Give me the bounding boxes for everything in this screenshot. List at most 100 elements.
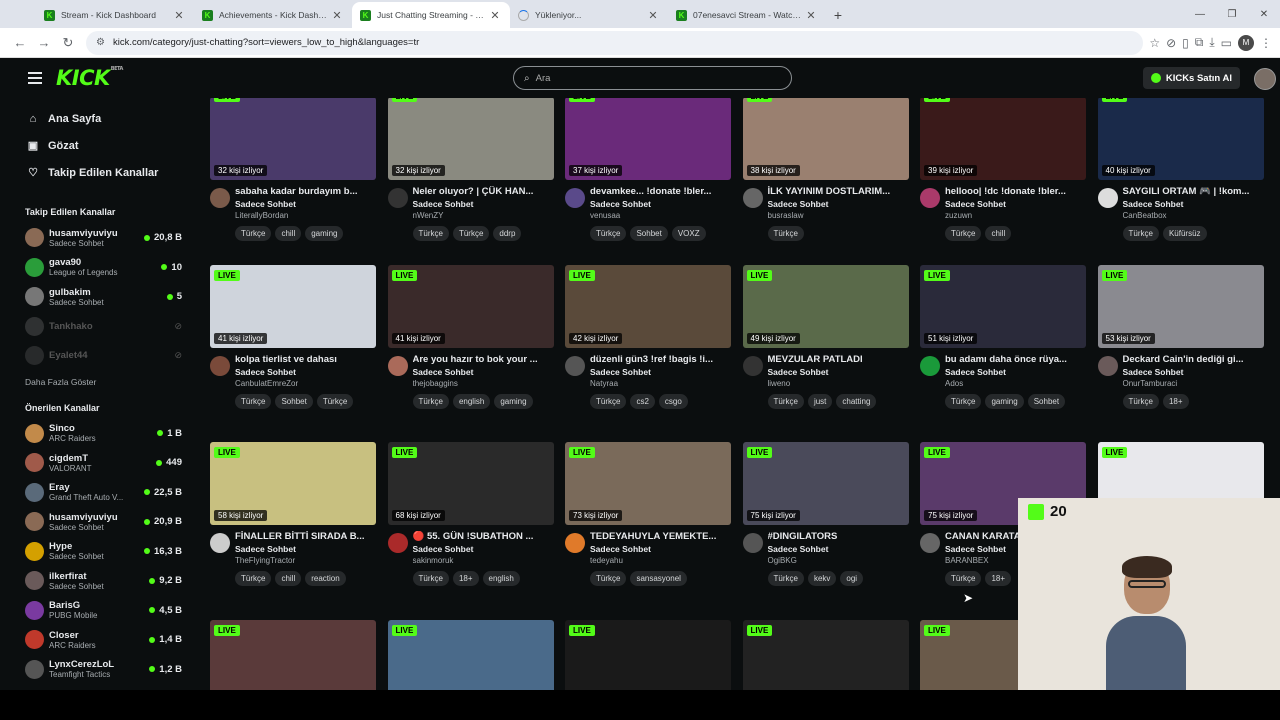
sidebar-channel[interactable]: LynxCerezLoL Teamfight Tactics 1,2 B	[12, 655, 192, 685]
reader-icon[interactable]: ▯	[1182, 36, 1189, 50]
stream-card[interactable]: LIVE 51 kişi izliyor bu adamı daha önce rü…	[920, 265, 1086, 409]
streamer-name[interactable]: Natyraa	[590, 379, 731, 388]
stream-title[interactable]: kolpa tierlist ve dahası	[235, 354, 376, 365]
stream-tag[interactable]: Türkçe	[235, 394, 272, 409]
close-tab-icon[interactable]: ✕	[488, 9, 502, 22]
stream-tag[interactable]: english	[482, 571, 520, 586]
streamer-avatar[interactable]	[1097, 356, 1118, 376]
stream-category[interactable]: Sadece Sohbet	[945, 367, 1086, 377]
stream-tag[interactable]: Türkçe	[945, 394, 982, 409]
sidebar-channel[interactable]: gava90 League of Legends 10	[12, 253, 192, 283]
stream-tag[interactable]: chill	[275, 226, 302, 241]
close-tab-icon[interactable]: ✕	[172, 9, 186, 22]
stream-tag[interactable]: chatting	[836, 394, 877, 409]
streamer-avatar[interactable]	[742, 188, 763, 208]
stream-category[interactable]: Sadece Sohbet	[590, 544, 731, 554]
stream-title[interactable]: TEDEYAHUYLA YEMEKTE...	[590, 531, 731, 542]
stream-tag[interactable]: sansasyonel	[630, 571, 687, 586]
stream-tag[interactable]: Türkçe	[590, 226, 627, 241]
stream-thumbnail[interactable]: LIVE 40 kişi izliyor	[1097, 98, 1264, 180]
stream-thumbnail[interactable]: LIVE 51 kişi izliyor	[920, 265, 1086, 348]
stream-tag[interactable]: chill	[985, 226, 1012, 241]
sidebar-channel[interactable]: gulbakim Sadece Sohbet 5	[12, 282, 192, 312]
stream-card[interactable]: LIVE 32 kişi izliyor sabaha kadar burdayım…	[210, 98, 376, 241]
stream-tag[interactable]: Türkçe	[945, 226, 982, 241]
stream-tag[interactable]: VOXZ	[671, 226, 706, 241]
streamer-name[interactable]: tedeyahu	[590, 556, 731, 565]
menu-dots-icon[interactable]: ⋮	[1260, 36, 1272, 50]
forward-icon[interactable]: →	[32, 35, 56, 50]
stream-title[interactable]: İLK YAYINIM DOSTLARIM...	[768, 186, 909, 197]
stream-thumbnail[interactable]: LIVE 41 kişi izliyor	[210, 265, 376, 348]
streamer-avatar[interactable]	[387, 188, 408, 208]
sidebar-channel[interactable]: Tankhako ⊘	[12, 312, 192, 342]
stream-category[interactable]: Sadece Sohbet	[235, 367, 376, 377]
stream-card[interactable]: LIVE 42 kişi izliyor düzenli gün3 !ref !ba…	[565, 265, 731, 409]
stream-category[interactable]: Sadece Sohbet	[590, 199, 731, 209]
stream-tag[interactable]: kekv	[807, 571, 837, 586]
streamer-name[interactable]: busraslaw	[768, 211, 909, 220]
stream-category[interactable]: Sadece Sohbet	[235, 544, 376, 554]
sidebar-channel[interactable]: husamviyuviyu Sadece Sohbet 20,8 B	[12, 223, 192, 253]
streamer-name[interactable]: OgiBKG	[768, 556, 909, 565]
streamer-avatar[interactable]	[1097, 188, 1118, 208]
stream-tag[interactable]: csgo	[658, 394, 688, 409]
stream-category[interactable]: Sadece Sohbet	[768, 544, 909, 554]
streamer-name[interactable]: zuzuwn	[945, 211, 1086, 220]
stream-tag[interactable]: gaming	[985, 394, 1024, 409]
stream-title[interactable]: hellooo| !dc !donate !bler...	[945, 186, 1086, 197]
browser-tab[interactable]: Yükleniyor... ✕	[510, 2, 668, 28]
streamer-avatar[interactable]	[565, 356, 585, 376]
buy-kicks-button[interactable]: KICKs Satın Al	[1142, 67, 1240, 89]
stream-title[interactable]: FİNALLER BİTTİ SIRADA B...	[235, 531, 376, 542]
close-tab-icon[interactable]: ✕	[804, 9, 818, 22]
stream-category[interactable]: Sadece Sohbet	[768, 367, 909, 377]
stream-tag[interactable]: Türkçe	[1122, 226, 1159, 241]
streamer-name[interactable]: liweno	[768, 379, 909, 388]
close-window-button[interactable]: ✕	[1248, 0, 1280, 28]
sidebar-channel[interactable]: Sinco ARC Raiders 1 B	[12, 419, 192, 449]
streamer-avatar[interactable]	[387, 533, 408, 553]
stream-title[interactable]: bu adamı daha önce rüya...	[945, 354, 1086, 365]
stream-tag[interactable]: just	[807, 394, 833, 409]
streamer-avatar[interactable]	[210, 533, 230, 553]
sidebar-channel[interactable]: husamviyuviyu Sadece Sohbet 20,9 B	[12, 507, 192, 537]
stream-tag[interactable]: Türkçe	[412, 226, 449, 241]
site-info-icon[interactable]: ⚙	[96, 37, 105, 48]
stream-thumbnail[interactable]: LIVE 53 kişi izliyor	[1097, 265, 1264, 348]
stream-card[interactable]: LIVE 40 kişi izliyor SAYGILI ORTAM 🎮 | !ko…	[1097, 98, 1264, 241]
stream-tag[interactable]: reaction	[305, 571, 346, 586]
browser-tab[interactable]: K 07enesavci Stream - Watch Live ✕	[668, 2, 826, 28]
stream-title[interactable]: düzenli gün3 !ref !bagis !i...	[590, 354, 731, 365]
stream-tag[interactable]: Türkçe	[590, 394, 627, 409]
streamer-avatar[interactable]	[387, 356, 408, 376]
sidebar-channel[interactable]: BarisG PUBG Mobile 4,5 B	[12, 596, 192, 626]
stream-tag[interactable]: Sohbet	[1027, 394, 1066, 409]
stream-tag[interactable]: Türkçe	[452, 226, 490, 241]
stream-thumbnail[interactable]: LIVE 58 kişi izliyor	[210, 442, 376, 525]
reload-icon[interactable]: ↻	[56, 35, 80, 51]
streamer-name[interactable]: sakinmoruk	[413, 556, 554, 565]
stream-title[interactable]: devamkee... !donate !bler...	[590, 186, 731, 197]
streamer-avatar[interactable]	[210, 356, 230, 376]
stream-thumbnail[interactable]: LIVE	[210, 620, 376, 690]
streamer-avatar[interactable]	[742, 533, 763, 553]
sidebar-nav-item[interactable]: ⌂ Ana Sayfa	[12, 105, 192, 132]
stream-card[interactable]: LIVE 58 kişi izliyor FİNALLER BİTTİ SIRADA…	[210, 442, 376, 586]
streamer-name[interactable]: OnurTamburaci	[1123, 379, 1264, 388]
stream-thumbnail[interactable]: LIVE	[387, 620, 554, 690]
stream-thumbnail[interactable]: LIVE 42 kişi izliyor	[565, 265, 731, 348]
stream-title[interactable]: 🔴 55. GÜN !SUBATHON ...	[413, 531, 554, 542]
streamer-avatar[interactable]	[920, 356, 940, 376]
stream-tag[interactable]: Türkçe	[235, 571, 272, 586]
streamer-name[interactable]: thejobaggins	[413, 379, 554, 388]
back-icon[interactable]: ←	[8, 35, 32, 50]
stream-category[interactable]: Sadece Sohbet	[768, 199, 909, 209]
streamer-name[interactable]: LiterallyBordan	[235, 211, 376, 220]
stream-thumbnail[interactable]: LIVE 32 kişi izliyor	[387, 98, 554, 180]
browser-tab[interactable]: K Just Chatting Streaming - Live ✕	[352, 2, 510, 28]
stream-card[interactable]: LIVE 37 kişi izliyor devamkee... !donate !…	[565, 98, 731, 241]
stream-tag[interactable]: ogi	[840, 571, 864, 586]
minimize-button[interactable]: —	[1184, 0, 1216, 28]
streamer-name[interactable]: CanbulatEmreZor	[235, 379, 376, 388]
